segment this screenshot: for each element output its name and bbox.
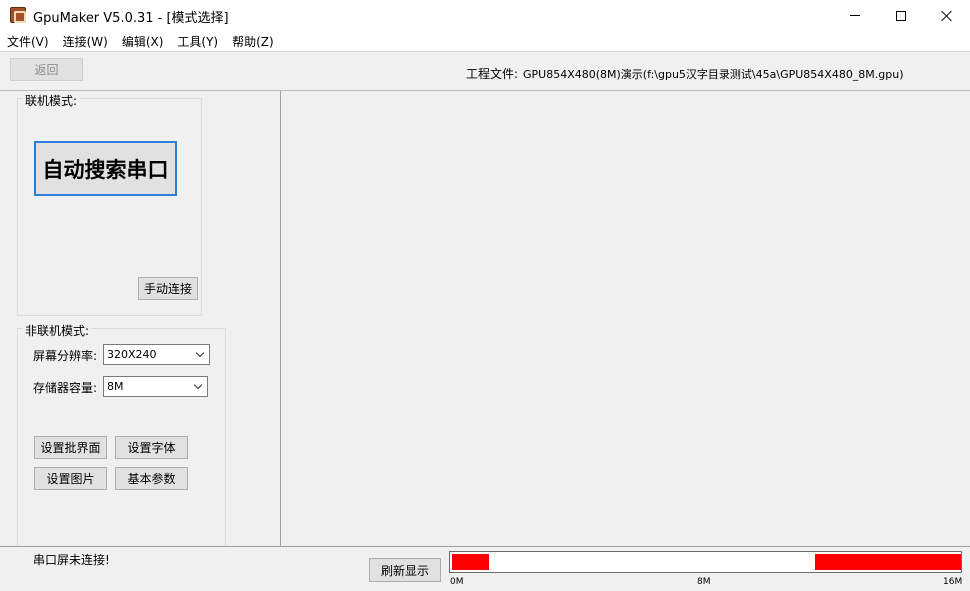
- menu-bar: 文件(V) 连接(W) 编辑(X) 工具(Y) 帮助(Z): [0, 31, 970, 51]
- memory-capacity-select[interactable]: 8M: [103, 376, 208, 397]
- set-image-button[interactable]: 设置图片: [34, 467, 107, 490]
- resolution-select[interactable]: 320X240: [103, 344, 210, 365]
- set-font-button[interactable]: 设置字体: [115, 436, 188, 459]
- main-area: [281, 91, 970, 546]
- memory-capacity-label: 存储器容量:: [33, 381, 98, 395]
- menu-file[interactable]: 文件(V): [0, 31, 56, 51]
- memory-usage-bar: [449, 551, 962, 573]
- memory-capacity-value: 8M: [107, 380, 124, 393]
- auto-search-port-button[interactable]: 自动搜索串口: [34, 141, 177, 196]
- chevron-down-icon: [193, 380, 203, 390]
- offline-mode-label: 非联机模式:: [23, 322, 92, 339]
- resolution-value: 320X240: [107, 348, 157, 361]
- refresh-display-button[interactable]: 刷新显示: [369, 558, 441, 582]
- manual-connect-button[interactable]: 手动连接: [138, 277, 198, 300]
- basic-params-button[interactable]: 基本参数: [115, 467, 188, 490]
- memory-tick-label: 0M: [450, 577, 464, 587]
- back-button[interactable]: 返回: [10, 58, 83, 81]
- close-button[interactable]: [924, 0, 970, 31]
- memory-used-segment: [452, 554, 489, 570]
- project-file-label: 工程文件:: [466, 67, 519, 81]
- minimize-button[interactable]: [832, 0, 878, 31]
- window-title: GpuMaker V5.0.31 - [模式选择]: [33, 11, 229, 26]
- menu-connect[interactable]: 连接(W): [56, 31, 115, 51]
- memory-tick-label: 8M: [697, 577, 711, 587]
- memory-used-segment: [814, 554, 961, 570]
- minimize-icon: [850, 15, 860, 16]
- online-mode-label: 联机模式:: [23, 92, 80, 109]
- project-file-path: GPU854X480(8M)演示(f:\gpu5汉字目录测试\45a\GPU85…: [523, 68, 904, 81]
- memory-tick-label: 16M: [943, 577, 963, 587]
- toolbar: 返回 工程文件: GPU854X480(8M)演示(f:\gpu5汉字目录测试\…: [0, 51, 970, 91]
- app-icon[interactable]: [10, 7, 26, 23]
- menu-help[interactable]: 帮助(Z): [225, 31, 281, 51]
- close-icon: [941, 10, 953, 22]
- resolution-label: 屏幕分辨率:: [33, 349, 98, 363]
- menu-edit[interactable]: 编辑(X): [115, 31, 171, 51]
- menu-tools[interactable]: 工具(Y): [170, 31, 225, 51]
- connection-status: 串口屏未连接!: [33, 553, 110, 567]
- chevron-down-icon: [195, 348, 205, 358]
- maximize-button[interactable]: [878, 0, 924, 31]
- maximize-icon: [896, 10, 906, 21]
- set-interface-button[interactable]: 设置批界面: [34, 436, 107, 459]
